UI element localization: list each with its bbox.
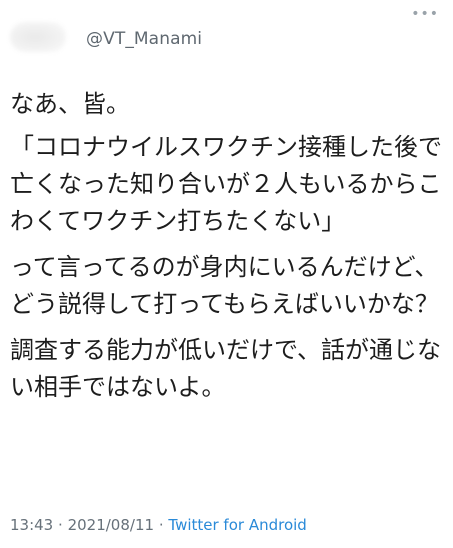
meta-separator: · — [158, 516, 164, 534]
tweet-paragraph: 調査する能力が低いだけで、話が通じない相手ではないよ。 — [10, 336, 442, 401]
tweet-header: @VT_Manami ••• — [0, 0, 453, 70]
tweet-metadata: 13:43 · 2021/08/11 · Twitter for Android — [10, 516, 307, 534]
meta-separator: · — [58, 516, 63, 534]
tweet-paragraph: 「コロナウイルスワクチン接種した後で亡くなった知り合いが２人もいるからこわくてワ… — [10, 133, 442, 235]
tweet-source-link[interactable]: Twitter for Android — [168, 516, 306, 534]
tweet-text: なあ、皆。 「コロナウイルスワクチン接種した後で亡くなった知り合いが２人もいるか… — [10, 86, 443, 415]
user-handle[interactable]: @VT_Manami — [86, 29, 202, 49]
tweet-paragraph: って言ってるのが身内にいるんだけど、どう説得して打ってもらえばいいかな？ — [10, 253, 439, 318]
tweet-date[interactable]: 2021/08/11 — [68, 516, 154, 534]
tweet-time[interactable]: 13:43 — [10, 516, 53, 534]
more-options-icon[interactable]: ••• — [411, 6, 439, 22]
tweet-paragraph: なあ、皆。 — [10, 90, 130, 118]
avatar[interactable] — [10, 22, 66, 52]
tweet-card: @VT_Manami ••• なあ、皆。 「コロナウイルスワクチン接種した後で亡… — [0, 0, 453, 548]
